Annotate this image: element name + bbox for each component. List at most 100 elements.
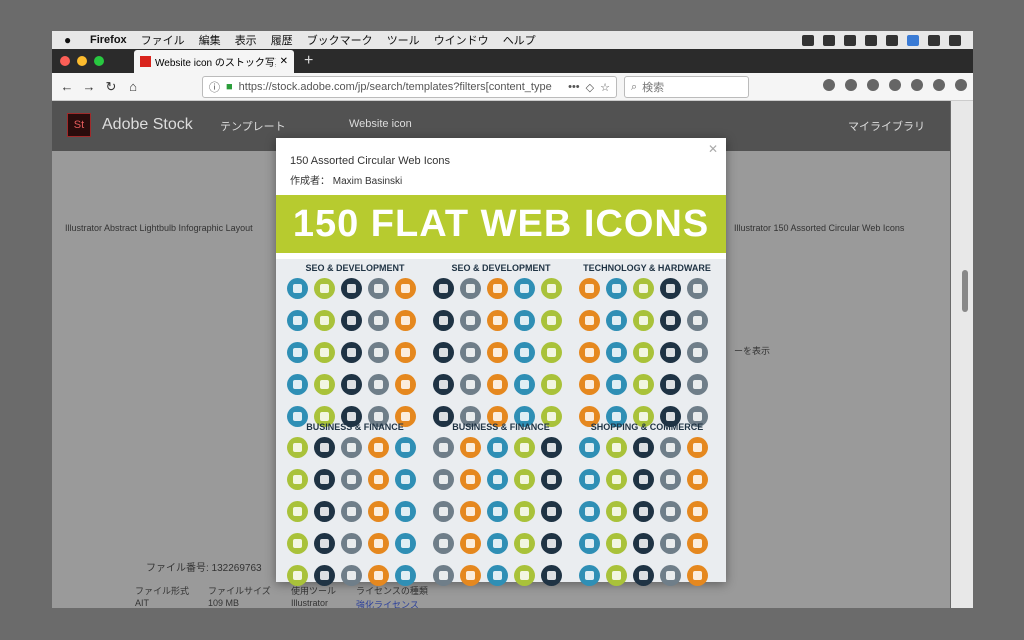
section-biz-2: BUSINESS & FINANCE bbox=[430, 422, 572, 597]
creative-cloud-icon[interactable] bbox=[844, 34, 856, 46]
web-icon bbox=[460, 278, 481, 299]
menu-bookmarks[interactable]: ブックマーク bbox=[307, 32, 373, 48]
web-icon bbox=[395, 469, 416, 490]
web-icon bbox=[341, 374, 362, 395]
page-actions-icon[interactable]: ••• bbox=[568, 81, 580, 93]
web-icon bbox=[633, 437, 654, 458]
dropbox-icon[interactable] bbox=[823, 34, 835, 46]
reload-icon[interactable]: ↻ bbox=[100, 79, 122, 95]
close-icon[interactable]: ✕ bbox=[708, 142, 718, 156]
minimize-window-button[interactable] bbox=[77, 56, 87, 66]
web-icon bbox=[660, 278, 681, 299]
volume-icon[interactable] bbox=[886, 34, 898, 46]
web-icon bbox=[368, 533, 389, 554]
wifi-icon[interactable] bbox=[865, 34, 877, 46]
web-icon bbox=[433, 342, 454, 363]
web-icon bbox=[514, 469, 535, 490]
menu-view[interactable]: 表示 bbox=[235, 32, 257, 48]
menu-tools[interactable]: ツール bbox=[387, 32, 420, 48]
section-heading: BUSINESS & FINANCE bbox=[452, 422, 550, 432]
account-icon[interactable] bbox=[933, 79, 945, 91]
web-icon bbox=[687, 437, 708, 458]
menu-icon[interactable] bbox=[955, 79, 967, 91]
web-icon bbox=[368, 565, 389, 586]
file-number: ファイル番号: 132269763 bbox=[146, 563, 262, 574]
web-icon bbox=[487, 565, 508, 586]
tab-title: Website icon のストック写真、 bbox=[155, 58, 276, 69]
menu-file[interactable]: ファイル bbox=[141, 32, 185, 48]
section-heading: BUSINESS & FINANCE bbox=[306, 422, 404, 432]
card-right-caption[interactable]: Illustrator 150 Assorted Circular Web Ic… bbox=[734, 223, 904, 233]
home-icon[interactable]: ⌂ bbox=[122, 79, 144, 94]
scrollbar[interactable] bbox=[951, 101, 973, 608]
web-icon bbox=[314, 501, 335, 522]
tab-active[interactable]: Website icon のストック写真、 ✕ bbox=[134, 50, 294, 73]
scrollbar-thumb[interactable] bbox=[962, 270, 968, 312]
web-icon bbox=[514, 565, 535, 586]
web-icon bbox=[514, 374, 535, 395]
stock-search-query[interactable]: Website icon bbox=[349, 118, 412, 130]
search-field[interactable]: ⌕ 検索 bbox=[624, 76, 749, 98]
icon-grid bbox=[430, 278, 572, 438]
extension-icon[interactable] bbox=[845, 79, 857, 91]
modal-title: 150 Assorted Circular Web Icons bbox=[290, 155, 450, 167]
input-source-icon[interactable] bbox=[907, 34, 919, 46]
menu-window[interactable]: ウインドウ bbox=[434, 32, 489, 48]
apple-icon[interactable]: ● bbox=[64, 33, 84, 47]
sidebar-icon[interactable] bbox=[867, 79, 879, 91]
section-dropdown[interactable]: テンプレート bbox=[220, 118, 286, 134]
view-more-button[interactable]: ーを表示 bbox=[734, 344, 770, 357]
web-icon bbox=[514, 501, 535, 522]
my-library-link[interactable]: マイライブラリ bbox=[848, 118, 925, 134]
url-bar[interactable]: ⓘ ■ https://stock.adobe.com/jp/search/te… bbox=[202, 76, 617, 98]
tab-close-icon[interactable]: ✕ bbox=[280, 56, 288, 67]
web-icon bbox=[633, 533, 654, 554]
menu-help[interactable]: ヘルプ bbox=[503, 32, 536, 48]
card-left-caption[interactable]: Illustrator Abstract Lightbulb Infograph… bbox=[65, 223, 253, 233]
web-icon bbox=[487, 374, 508, 395]
web-icon bbox=[687, 374, 708, 395]
back-icon[interactable]: ← bbox=[56, 79, 78, 94]
section-heading: SEO & DEVELOPMENT bbox=[305, 263, 405, 273]
web-icon bbox=[579, 374, 600, 395]
url-text[interactable]: https://stock.adobe.com/jp/search/templa… bbox=[239, 81, 562, 93]
notification-icon[interactable] bbox=[949, 34, 961, 46]
menu-edit[interactable]: 編集 bbox=[199, 32, 221, 48]
web-icon bbox=[687, 565, 708, 586]
preview-banner: 150 FLAT WEB ICONS bbox=[276, 195, 726, 253]
modal-author[interactable]: 作成者： Maxim Basinski bbox=[290, 172, 402, 187]
icon-grid bbox=[576, 437, 718, 597]
sync-icon[interactable] bbox=[802, 34, 814, 46]
search-placeholder: 検索 bbox=[642, 82, 665, 94]
web-icon bbox=[687, 469, 708, 490]
web-icon bbox=[633, 501, 654, 522]
web-icon bbox=[395, 501, 416, 522]
web-icon bbox=[287, 501, 308, 522]
web-icon bbox=[514, 310, 535, 331]
library-icon[interactable] bbox=[823, 79, 835, 91]
addon-icon[interactable] bbox=[889, 79, 901, 91]
meta-size-label: ファイルサイズ bbox=[208, 586, 271, 596]
web-icon bbox=[433, 533, 454, 554]
web-icon bbox=[606, 533, 627, 554]
spotlight-icon[interactable] bbox=[928, 34, 940, 46]
section-heading: SEO & DEVELOPMENT bbox=[451, 263, 551, 273]
bookmark-star-icon[interactable]: ☆ bbox=[600, 81, 610, 94]
adobe-stock-logo[interactable]: St bbox=[67, 113, 91, 137]
web-icon bbox=[514, 533, 535, 554]
menu-history[interactable]: 履歴 bbox=[271, 32, 293, 48]
forward-icon[interactable]: → bbox=[78, 79, 100, 94]
meta-license-value[interactable]: 強化ライセンス bbox=[356, 598, 419, 608]
web-icon bbox=[660, 501, 681, 522]
meta-tool-value: Illustrator bbox=[291, 598, 329, 608]
close-window-button[interactable] bbox=[60, 56, 70, 66]
menu-app[interactable]: Firefox bbox=[90, 34, 127, 46]
web-icon bbox=[514, 342, 535, 363]
pocket-icon[interactable]: ◇ bbox=[586, 81, 594, 94]
zoom-window-button[interactable] bbox=[94, 56, 104, 66]
adblock-icon[interactable] bbox=[911, 79, 923, 91]
new-tab-icon[interactable]: + bbox=[304, 52, 313, 70]
info-icon[interactable]: ⓘ bbox=[209, 79, 220, 95]
brand-name[interactable]: Adobe Stock bbox=[102, 116, 193, 134]
web-icon bbox=[368, 374, 389, 395]
